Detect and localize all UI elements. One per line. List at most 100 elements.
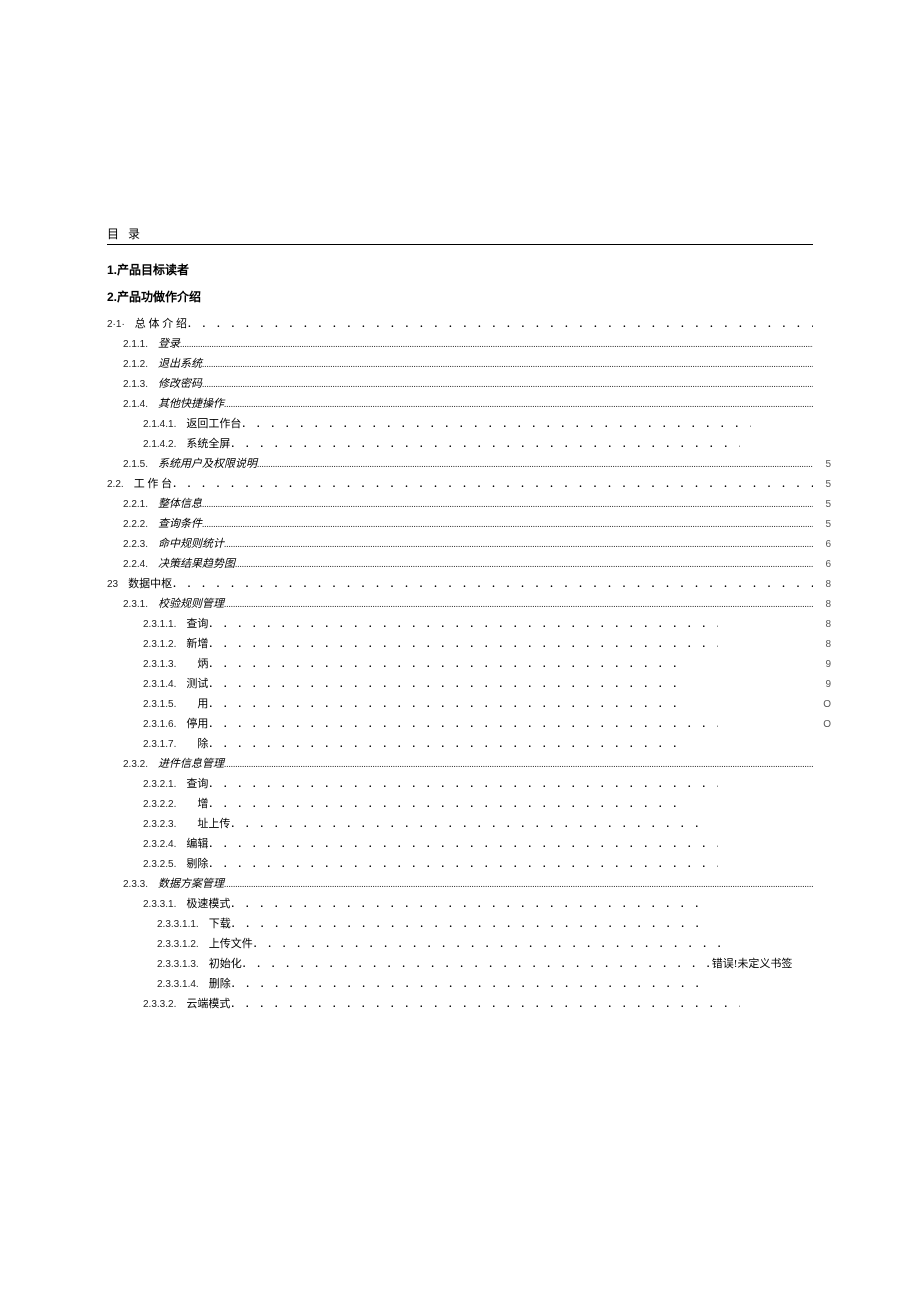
page-number: 5	[817, 515, 831, 535]
page-number: 8	[817, 575, 831, 595]
toc-row: 2.2.工 作 台． ． ． ． ． ． ． ． ． ． ． ． ． ． ． ．…	[107, 475, 813, 495]
toc-leader: ． ． ． ． ． ． ． ． ． ． ． ． ． ． ． ． ． ． ． ． …	[230, 815, 700, 830]
toc-label: 数据中枢	[128, 575, 172, 591]
toc-number: 2.1.4.2.	[143, 439, 186, 450]
toc-leader: ． ． ． ． ． ． ． ． ． ． ． ． ． ． ． ． ． ． ． ． …	[208, 735, 678, 750]
toc-row: 2.3.3.1.极速模式． ． ． ． ． ． ． ． ． ． ． ． ． ． …	[107, 895, 813, 915]
toc-row: 2.3.2.2. 增． ． ． ． ． ． ． ． ． ． ． ． ． ． ． …	[107, 795, 813, 815]
toc-number: 2.3.2.2.	[143, 799, 186, 810]
toc-leader: ． ． ． ． ． ． ． ． ． ． ． ． ． ． ． ． ． ． ． ． …	[208, 635, 718, 650]
toc-number: 2.3.2.1.	[143, 779, 186, 790]
toc-row: 2.3.3.1.4.删除． ． ． ． ． ． ． ． ． ． ． ． ． ． …	[107, 975, 813, 995]
toc-row: 2.1.4.其他快捷操作............................…	[107, 395, 813, 415]
toc-number: 2.3.3.1.1.	[157, 919, 209, 930]
toc-number: 2.3.2.	[123, 759, 158, 770]
toc-row: 2.3.2.4.编辑． ． ． ． ． ． ． ． ． ． ． ． ． ． ． …	[107, 835, 813, 855]
toc-number: 2.3.3.1.4.	[157, 979, 209, 990]
toc-row: 2.3.1.5. 用． ． ． ． ． ． ． ． ． ． ． ． ． ． ． …	[107, 695, 813, 715]
toc-label: 极速模式	[186, 895, 230, 911]
toc-leader: ． ． ． ． ． ． ． ． ． ． ． ． ． ． ． ． ． ． ． ． …	[208, 715, 718, 730]
toc-row: 2.3.3.1.3.初始化． ． ． ． ． ． ． ． ． ． ． ． ． ．…	[107, 955, 813, 975]
toc-label: 登录	[158, 335, 180, 351]
toc-number: 2.1.4.1.	[143, 419, 186, 430]
toc-leader: ........................................…	[224, 599, 813, 609]
toc-leader: ........................................…	[235, 559, 813, 569]
page-number: 8	[817, 595, 831, 615]
toc-label: 删除	[209, 975, 231, 991]
toc-label: 停用	[186, 715, 208, 731]
toc-leader: ........................................…	[202, 519, 813, 529]
toc-leader: ． ． ． ． ． ． ． ． ． ． ． ． ． ． ． ． ． ． ． ． …	[208, 835, 718, 850]
toc-label: 下载	[209, 915, 231, 931]
toc-label: 剔除	[186, 855, 208, 871]
toc-row: 2.3.2.5.剔除． ． ． ． ． ． ． ． ． ． ． ． ． ． ． …	[107, 855, 813, 875]
toc-number: 2.1.2.	[123, 359, 158, 370]
toc-leader: ． ． ． ． ． ． ． ． ． ． ． ． ． ． ． ． ． ． ． ． …	[230, 895, 700, 910]
toc-number: 2.3.1.2.	[143, 639, 186, 650]
toc-row: 2.1.4.1.返回工作台． ． ． ． ． ． ． ． ． ． ． ． ． ．…	[107, 415, 813, 435]
page-number: 6	[817, 555, 831, 575]
toc-number: 2.3.3.2.	[143, 999, 186, 1010]
toc-number: 2.1.1.	[123, 339, 158, 350]
toc-number: 2.3.3.1.2.	[157, 939, 209, 950]
toc-label: 址上传	[186, 815, 230, 831]
toc-label: 总 体 介 绍	[135, 315, 187, 331]
toc-error-text: 错误!未定义书签	[712, 955, 793, 971]
toc-row: 2.1.4.2.系统全屏． ． ． ． ． ． ． ． ． ． ． ． ． ． …	[107, 435, 813, 455]
toc-leader: ． ． ． ． ． ． ． ． ． ． ． ． ． ． ． ． ． ． ． ． …	[187, 315, 813, 330]
heading-1: 1.产品目标读者	[107, 261, 813, 278]
toc-number: 23	[107, 579, 128, 590]
toc-row: 2·1·总 体 介 绍． ． ． ． ． ． ． ． ． ． ． ． ． ． ．…	[107, 315, 813, 335]
toc-number: 2.3.3.1.	[143, 899, 186, 910]
toc-row: 2.3.1.6.停用． ． ． ． ． ． ． ． ． ． ． ． ． ． ． …	[107, 715, 813, 735]
toc-leader: ． ． ． ． ． ． ． ． ． ． ． ． ． ． ． ． ． ． ． ． …	[230, 435, 740, 450]
toc-label: 系统全屏	[186, 435, 230, 451]
toc-leader: ． ． ． ． ． ． ． ． ． ． ． ． ． ． ． ． ． ． ． ． …	[208, 795, 678, 810]
toc-row: 2.1.5.系统用户及权限说明.........................…	[107, 455, 813, 475]
toc-label: 炳	[186, 655, 208, 671]
toc-label: 进件信息管理	[158, 755, 224, 771]
toc-label: 用	[186, 695, 208, 711]
toc-leader: ． ． ． ． ． ． ． ． ． ． ． ． ． ． ． ． ． ． ． ． …	[208, 855, 718, 870]
toc-label: 退出系统	[158, 355, 202, 371]
toc-title: 目录	[107, 225, 813, 245]
toc-leader: ........................................…	[202, 359, 813, 369]
toc-number: 2.1.4.	[123, 399, 158, 410]
toc-leader: ． ． ． ． ． ． ． ． ． ． ． ． ． ． ． ． ． ． ． ． …	[253, 935, 723, 950]
toc-row: 2.3.1.2.新增． ． ． ． ． ． ． ． ． ． ． ． ． ． ． …	[107, 635, 813, 655]
toc-number: 2.1.5.	[123, 459, 158, 470]
toc-row: 2.1.1.登录................................…	[107, 335, 813, 355]
toc-label: 新增	[186, 635, 208, 651]
toc-leader: ． ． ． ． ． ． ． ． ． ． ． ． ． ． ． ． ． ． ． ． …	[241, 415, 751, 430]
toc-number: 2.3.3.1.3.	[157, 959, 209, 970]
toc-label: 查询	[186, 775, 208, 791]
toc-number: 2.2.4.	[123, 559, 158, 570]
toc-number: 2.3.2.4.	[143, 839, 186, 850]
toc-label: 数据方案管理	[158, 875, 224, 891]
toc-leader: ． ． ． ． ． ． ． ． ． ． ． ． ． ． ． ． ． ． ． ． …	[172, 575, 813, 590]
toc-body: 2·1·总 体 介 绍． ． ． ． ． ． ． ． ． ． ． ． ． ． ．…	[107, 315, 813, 1015]
toc-label: 编辑	[186, 835, 208, 851]
toc-leader: ........................................…	[180, 339, 813, 349]
toc-number: 2·1·	[107, 319, 135, 330]
toc-label: 命中规则统计	[158, 535, 224, 551]
toc-label: 除	[186, 735, 208, 751]
toc-label: 决策结果趋势图	[158, 555, 235, 571]
heading-2: 2.产品功做作介绍	[107, 288, 813, 305]
toc-label: 查询条件	[158, 515, 202, 531]
toc-leader: ． ． ． ． ． ． ． ． ． ． ． ． ． ． ． ． ． ． ． ． …	[208, 615, 718, 630]
toc-label: 查询	[186, 615, 208, 631]
toc-label: 校验规则管理	[158, 595, 224, 611]
toc-leader: ． ． ． ． ． ． ． ． ． ． ． ． ． ． ． ． ． ． ． ． …	[230, 995, 740, 1010]
toc-number: 2.2.	[107, 479, 134, 490]
toc-row: 2.3.2.进件信息管理............................…	[107, 755, 813, 775]
toc-number: 2.3.1.4.	[143, 679, 186, 690]
toc-leader: ........................................…	[224, 879, 813, 889]
toc-number: 2.3.1.1.	[143, 619, 186, 630]
toc-row: 2.3.3.1.1.下载． ． ． ． ． ． ． ． ． ． ． ． ． ． …	[107, 915, 813, 935]
toc-row: 2.3.2.3. 址上传． ． ． ． ． ． ． ． ． ． ． ． ． ． …	[107, 815, 813, 835]
toc-row: 2.3.1.3. 炳． ． ． ． ． ． ． ． ． ． ． ． ． ． ． …	[107, 655, 813, 675]
toc-leader: ........................................…	[224, 759, 813, 769]
toc-number: 2.3.2.5.	[143, 859, 186, 870]
toc-row: 2.3.3.数据方案管理............................…	[107, 875, 813, 895]
